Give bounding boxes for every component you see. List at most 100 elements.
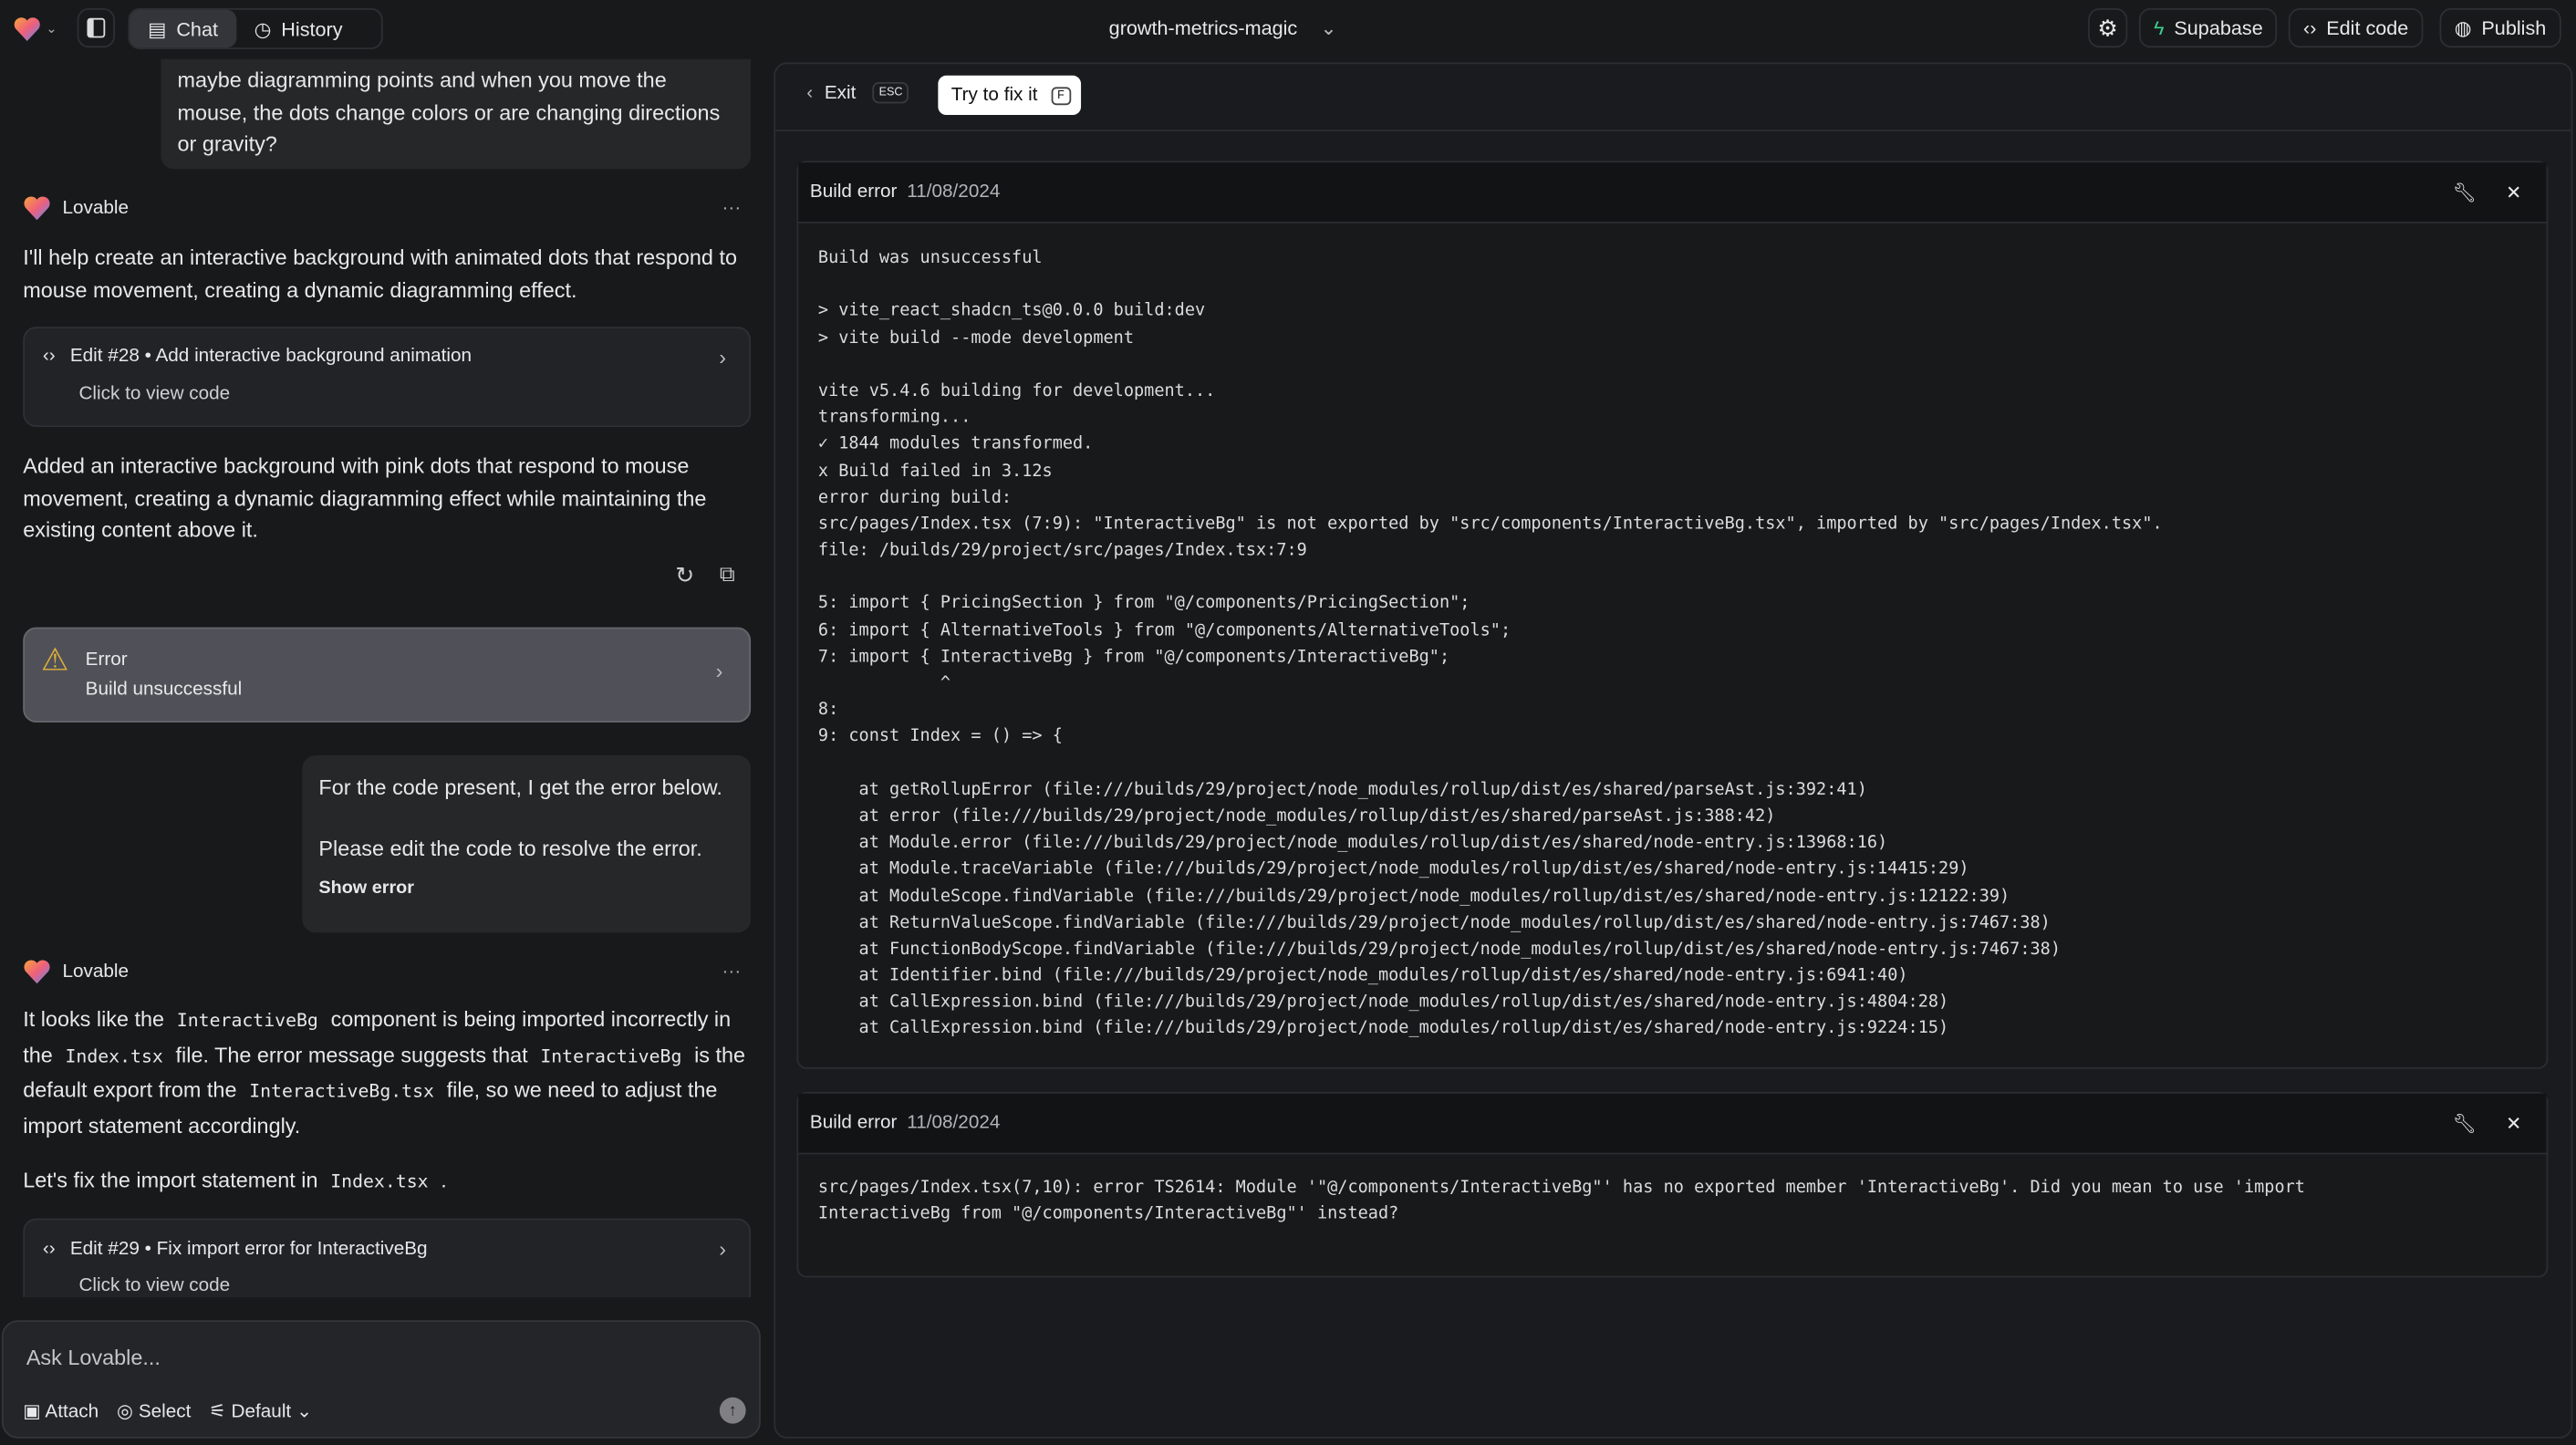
log-line: 8: <box>817 700 839 720</box>
edit-title: Edit #29 • Fix import error for Interact… <box>69 1240 428 1260</box>
select-button[interactable]: ◎ Select <box>117 1399 191 1422</box>
arrow-up-icon: ↑ <box>728 1401 737 1420</box>
gear-icon: ⚙ <box>2097 14 2118 41</box>
build-error-log: src/pages/Index.tsx(7,10): error TS2614:… <box>818 1174 2305 1227</box>
code-icon: ‹› <box>42 346 56 367</box>
chat-input-box: Ask Lovable... ▣ Attach ◎ Select ⚟ Defau… <box>1 1320 761 1439</box>
mode-dropdown[interactable]: ⚟ Default ⌄ <box>209 1399 312 1422</box>
edit-card-29[interactable]: ‹› Edit #29 • Fix import error for Intera… <box>23 1218 752 1297</box>
tab-chat[interactable]: ▤ Chat <box>130 9 236 48</box>
log-line: at Module.error (file:///builds/29/proje… <box>817 832 1888 853</box>
sidebar-icon <box>87 17 106 38</box>
log-line: vite v5.4.6 building for development... <box>817 380 1216 401</box>
chat-input[interactable]: Ask Lovable... <box>26 1345 716 1369</box>
inline-code: Index.tsx <box>330 1170 429 1192</box>
open-external-icon[interactable]: ⧉ <box>720 562 735 588</box>
log-line: 5: import { PricingSection } from "@/com… <box>817 593 1470 614</box>
user-message: For the code present, I get the error be… <box>302 755 752 933</box>
build-error-log: Build was unsuccessful > vite_react_shadc… <box>818 244 2163 1042</box>
close-icon[interactable]: ✕ <box>2506 1112 2521 1135</box>
log-line: at getRollupError (file:///builds/29/pro… <box>817 779 1867 800</box>
edit-code-button[interactable]: ‹› Edit code <box>2288 8 2424 48</box>
project-name: growth-metrics-magic <box>1108 16 1298 40</box>
error-card-title: Build error <box>809 1113 898 1133</box>
log-line: at CallExpression.bind (file:///builds/2… <box>817 1018 1949 1039</box>
log-line: error during build: <box>817 487 1013 507</box>
log-line: InteractiveBg from "@/components/Interac… <box>817 1203 1399 1224</box>
chevron-down-icon: ⌄ <box>296 1402 313 1422</box>
error-card-title: Build error <box>809 182 898 203</box>
error-card[interactable]: ⚠ Error Build unsuccessful › <box>23 627 752 722</box>
log-line: at ReturnValueScope.findVariable (file:/… <box>817 912 2051 932</box>
log-line: src/pages/Index.tsx (7:9): "InteractiveB… <box>817 514 2163 534</box>
view-toggle: ▤ Chat ◷ History <box>128 8 383 49</box>
tab-chat-label: Chat <box>176 16 218 41</box>
log-line: at error (file:///builds/29/project/node… <box>817 806 1776 826</box>
edit-subtitle: Click to view code <box>78 1275 231 1296</box>
assistant-name: Lovable <box>62 961 130 982</box>
project-selector[interactable]: growth-metrics-magic ⌄ <box>1109 16 1337 39</box>
sliders-icon: ⚟ <box>209 1402 226 1422</box>
supabase-button[interactable]: ϟ Supabase <box>2138 8 2278 48</box>
publish-label: Publish <box>2481 16 2547 40</box>
log-line: file: /builds/29/project/src/pages/Index… <box>817 540 1307 560</box>
log-line: at Identifier.bind (file:///builds/29/pr… <box>817 965 1908 986</box>
code-icon: ‹› <box>42 1240 56 1260</box>
publish-button[interactable]: ◍ Publish <box>2439 8 2561 48</box>
sidebar-toggle-button[interactable] <box>77 8 116 48</box>
assistant-message: Added an interactive background with pin… <box>23 452 707 542</box>
assistant-name: Lovable <box>62 197 130 218</box>
error-subtitle: Build unsuccessful <box>85 680 243 700</box>
logo[interactable]: ⌄ <box>13 16 57 41</box>
error-title: Error <box>85 650 128 671</box>
user-message-line: For the code present, I get the error be… <box>318 774 722 800</box>
assistant-message: I'll help create an interactive backgrou… <box>23 244 738 302</box>
send-button[interactable]: ↑ <box>719 1397 746 1424</box>
assistant-message: Let's fix the import statement in Index.… <box>23 1167 447 1192</box>
show-error-link[interactable]: Show error <box>318 874 734 906</box>
edit-subtitle: Click to view code <box>78 384 231 404</box>
more-icon[interactable]: ··· <box>722 962 742 982</box>
log-line: 9: const Index = () => { <box>817 726 1063 746</box>
try-to-fix-button[interactable]: Try to fix it F <box>938 75 1081 115</box>
edit-title: Edit #28 • Add interactive background an… <box>69 346 473 367</box>
tab-history[interactable]: ◷ History <box>236 10 361 47</box>
attach-button[interactable]: ▣ Attach <box>23 1399 99 1422</box>
restore-icon[interactable]: ↻ <box>675 562 694 590</box>
edit-card-28[interactable]: ‹› Edit #28 • Add interactive background … <box>23 327 752 427</box>
log-line: Build was unsuccessful <box>817 247 1043 268</box>
log-line: at CallExpression.bind (file:///builds/2… <box>817 992 1949 1013</box>
log-line: 6: import { AlternativeTools } from "@/c… <box>817 619 1511 640</box>
assistant-message: It looks like the InteractiveBg componen… <box>23 1006 746 1138</box>
shortcut-key: F <box>1050 86 1072 105</box>
log-line: ^ <box>817 673 951 693</box>
edit-code-label: Edit code <box>2326 16 2409 40</box>
close-icon[interactable]: ✕ <box>2506 181 2521 204</box>
warning-icon: ⚠ <box>41 643 69 679</box>
wrench-icon[interactable]: 🔧︎ <box>2452 1112 2476 1135</box>
log-line: at Module.traceVariable (file:///builds/… <box>817 858 1969 879</box>
log-line: at FunctionBodyScope.findVariable (file:… <box>817 939 2062 959</box>
shortcut-key: ESC <box>872 82 909 104</box>
exit-button[interactable]: ‹ Exit ESC <box>806 82 909 104</box>
error-card-date: 11/08/2024 <box>907 182 1001 203</box>
user-message-line: Please edit the code to resolve the erro… <box>318 835 702 860</box>
code-icon: ‹› <box>2303 16 2317 40</box>
log-line: at ModuleScope.findVariable (file:///bui… <box>817 886 2010 906</box>
chat-icon: ▤ <box>148 16 167 41</box>
history-icon: ◷ <box>254 16 272 41</box>
assistant-header: Lovable ··· <box>23 195 751 221</box>
assistant-header: Lovable ··· <box>23 959 751 984</box>
settings-button[interactable]: ⚙ <box>2088 8 2128 48</box>
image-plus-icon: ▣ <box>23 1402 41 1422</box>
chevron-down-icon: ⌄ <box>1320 16 1337 40</box>
log-line: x Build failed in 3.12s <box>817 460 1053 481</box>
more-icon[interactable]: ··· <box>722 198 742 218</box>
chevron-left-icon: ‹ <box>806 82 814 103</box>
log-line: 7: import { InteractiveBg } from "@/comp… <box>817 646 1450 667</box>
log-line: > vite_react_shadcn_ts@0.0.0 build:dev <box>817 301 1206 321</box>
wrench-icon[interactable]: 🔧︎ <box>2452 181 2476 204</box>
